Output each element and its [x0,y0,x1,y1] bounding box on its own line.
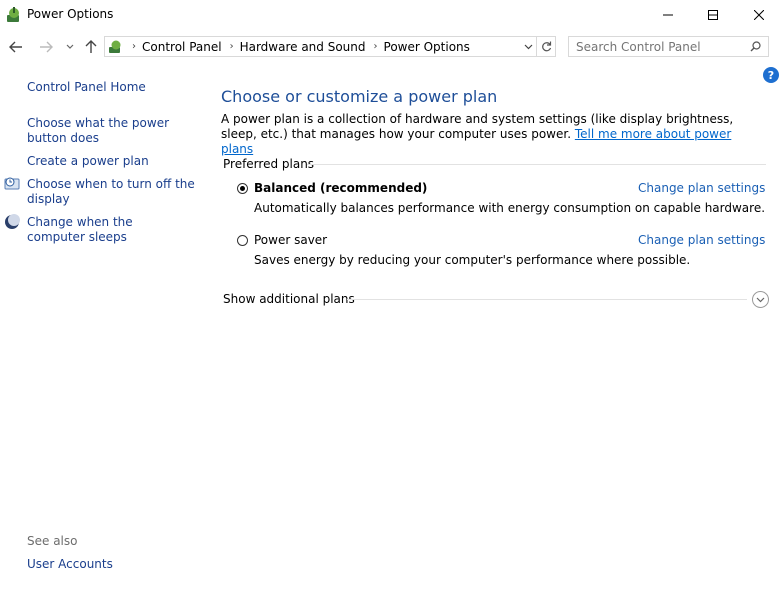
chevron-right-icon[interactable]: › [230,41,234,52]
search-box[interactable] [568,36,769,57]
power-saver-plan-description: Saves energy by reducing your computer's… [254,253,691,267]
preferred-plans-label: Preferred plans [223,157,315,171]
balanced-plan-name[interactable]: Balanced (recommended) [254,181,427,195]
close-button[interactable] [736,0,782,30]
close-icon [754,10,764,20]
refresh-button[interactable] [536,37,555,56]
search-icon[interactable] [750,41,761,52]
minimize-button-2[interactable] [645,0,691,30]
additional-divider [347,299,747,300]
breadcrumb-power-options[interactable]: Power Options [384,40,470,54]
address-dropdown-button[interactable] [520,44,536,50]
recent-locations-button[interactable] [60,37,80,57]
back-button[interactable] [6,37,26,57]
forward-button[interactable] [36,37,56,57]
refresh-icon [541,41,551,52]
power-saver-plan-name[interactable]: Power saver [254,233,327,247]
power-saver-change-settings-link[interactable]: Change plan settings [638,233,765,247]
up-button[interactable] [81,37,101,57]
power-saver-radio[interactable] [237,235,248,246]
control-panel-icon [109,40,121,53]
maximize-icon [708,10,718,20]
arrow-right-icon [40,41,53,53]
display-clock-icon [4,177,20,190]
address-bar[interactable]: › Control Panel › Hardware and Sound › P… [104,36,556,57]
chevron-down-icon [66,44,74,49]
question-mark-icon: ? [767,68,775,82]
moon-icon [5,214,20,229]
minimize-icon [663,14,673,16]
control-panel-home-link[interactable]: Control Panel Home [27,80,146,95]
page-description: A power plan is a collection of hardware… [221,112,761,157]
turn-off-display-link[interactable]: Choose when to turn off the display [27,177,197,207]
breadcrumb-control-panel[interactable]: Control Panel [142,40,222,54]
chevron-right-icon[interactable]: › [374,41,378,52]
see-also-label: See also [27,534,78,548]
maximize-button[interactable] [690,0,736,30]
help-button[interactable]: ? [763,67,779,83]
show-additional-plans-label[interactable]: Show additional plans [223,292,355,306]
balanced-radio[interactable] [237,183,248,194]
arrow-up-icon [85,40,97,53]
breadcrumb-hardware-and-sound[interactable]: Hardware and Sound [240,40,366,54]
power-options-icon [7,7,19,22]
computer-sleeps-link[interactable]: Change when the computer sleeps [27,215,192,245]
window-title: Power Options [27,7,114,21]
balanced-plan-description: Automatically balances performance with … [254,201,766,215]
balanced-change-settings-link[interactable]: Change plan settings [638,181,765,195]
search-input[interactable] [576,39,746,54]
radio-selected-dot [240,186,245,191]
choose-power-button-link[interactable]: Choose what the power button does [27,116,202,146]
chevron-down-icon [524,44,532,49]
user-accounts-link[interactable]: User Accounts [27,557,113,572]
section-divider [307,164,766,165]
arrow-left-icon [9,41,22,53]
chevron-down-icon [756,297,765,302]
expand-additional-plans-button[interactable] [752,291,769,308]
chevron-right-icon: › [132,41,136,52]
create-power-plan-link[interactable]: Create a power plan [27,154,149,169]
page-title: Choose or customize a power plan [221,87,498,106]
